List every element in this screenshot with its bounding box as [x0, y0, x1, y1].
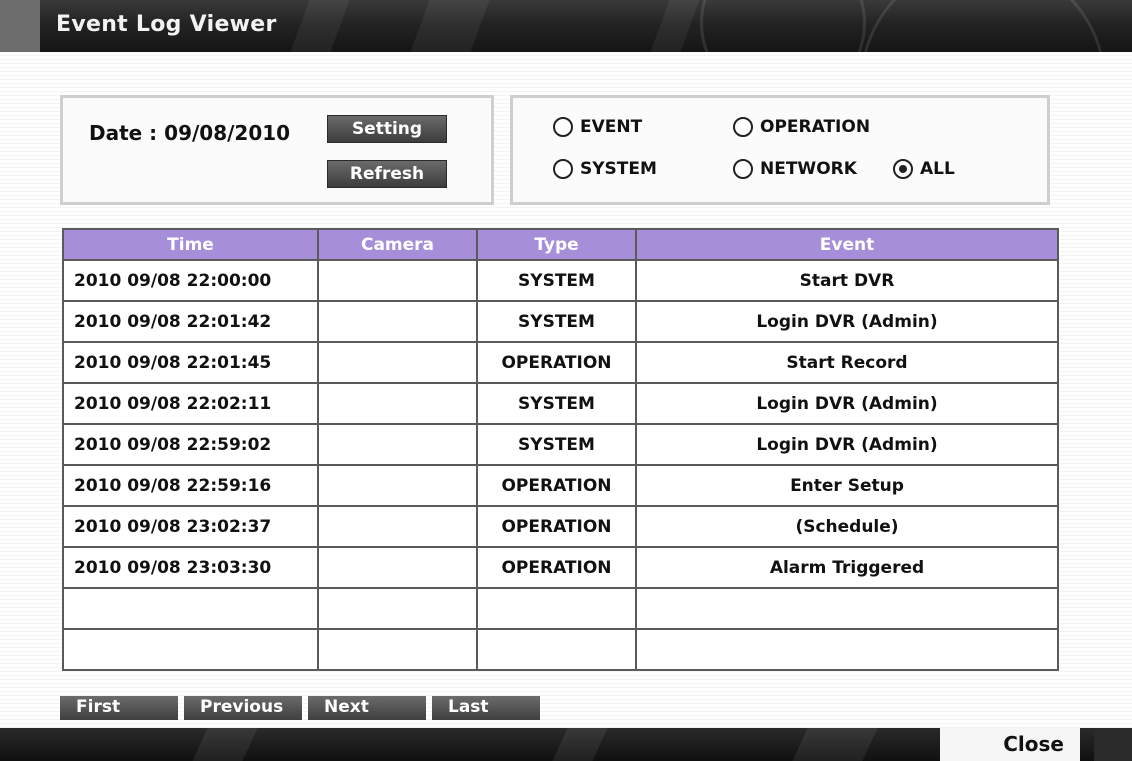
setting-button[interactable]: Setting	[327, 115, 447, 143]
cell-type: OPERATION	[476, 341, 637, 384]
event-log-viewer-window: Event Log Viewer Date : 09/08/2010 Setti…	[0, 0, 1132, 761]
cell-time: 2010 09/08 22:59:16	[62, 464, 319, 507]
cell-time: 2010 09/08 23:03:30	[62, 546, 319, 589]
cell-type	[476, 628, 637, 671]
filter-label-event: EVENT	[580, 117, 643, 137]
column-header-camera[interactable]: Camera	[317, 228, 478, 261]
date-label: Date : 09/08/2010	[89, 121, 291, 145]
cell-camera	[317, 423, 478, 466]
content-area: Date : 09/08/2010 Setting Refresh EVENT …	[0, 52, 1132, 728]
last-page-button[interactable]: Last	[432, 696, 540, 720]
cell-event: Login DVR (Admin)	[635, 423, 1059, 466]
previous-page-button[interactable]: Previous	[184, 696, 302, 720]
cell-event: Login DVR (Admin)	[635, 300, 1059, 343]
cell-type: OPERATION	[476, 464, 637, 507]
table-row[interactable]: 2010 09/08 22:01:45 OPERATION Start Reco…	[62, 341, 1059, 384]
column-header-type[interactable]: Type	[476, 228, 637, 261]
radio-circle-icon	[553, 159, 573, 179]
cell-camera	[317, 382, 478, 425]
cell-time	[62, 628, 319, 671]
cell-event	[635, 628, 1059, 671]
refresh-button[interactable]: Refresh	[327, 160, 447, 188]
bottom-bar-decoration	[552, 728, 608, 761]
cell-time: 2010 09/08 23:02:37	[62, 505, 319, 548]
filter-radio-all[interactable]: ALL	[893, 158, 955, 180]
cell-event: Alarm Triggered	[635, 546, 1059, 589]
filter-label-system: SYSTEM	[580, 159, 657, 179]
cell-time: 2010 09/08 22:02:11	[62, 382, 319, 425]
close-button[interactable]: Close	[940, 728, 1080, 761]
radio-circle-icon	[733, 159, 753, 179]
cell-type: SYSTEM	[476, 259, 637, 302]
cell-type	[476, 587, 637, 630]
table-header-row: Time Camera Type Event	[62, 228, 1059, 261]
filter-radio-operation[interactable]: OPERATION	[733, 116, 870, 138]
filter-radio-network[interactable]: NETWORK	[733, 158, 857, 180]
bottom-bar-decoration	[792, 728, 878, 761]
bottom-bar-decoration	[192, 728, 258, 761]
title-bar: Event Log Viewer	[0, 0, 1132, 52]
filter-panel: EVENT OPERATION SYSTEM NETWORK ALL	[510, 95, 1050, 205]
table-row[interactable]	[62, 587, 1059, 630]
title-bar-swirl	[860, 0, 1106, 52]
radio-circle-icon	[733, 117, 753, 137]
table-row[interactable]	[62, 628, 1059, 671]
next-page-button[interactable]: Next	[308, 696, 426, 720]
column-header-event[interactable]: Event	[635, 228, 1059, 261]
title-bar-edge	[0, 0, 40, 52]
radio-selected-icon	[893, 159, 913, 179]
cell-type: SYSTEM	[476, 423, 637, 466]
radio-circle-icon	[553, 117, 573, 137]
filter-label-all: ALL	[920, 159, 955, 179]
cell-event: Login DVR (Admin)	[635, 382, 1059, 425]
table-row[interactable]: 2010 09/08 22:02:11 SYSTEM Login DVR (Ad…	[62, 382, 1059, 425]
cell-camera	[317, 546, 478, 589]
title-bar-swirl	[700, 0, 866, 52]
cell-type: OPERATION	[476, 505, 637, 548]
event-log-table: Time Camera Type Event 2010 09/08 22:00:…	[62, 228, 1059, 671]
cell-event: Start DVR	[635, 259, 1059, 302]
cell-camera	[317, 628, 478, 671]
cell-event	[635, 587, 1059, 630]
cell-camera	[317, 505, 478, 548]
table-row[interactable]: 2010 09/08 23:02:37 OPERATION (Schedule)	[62, 505, 1059, 548]
cell-time: 2010 09/08 22:00:00	[62, 259, 319, 302]
cell-time: 2010 09/08 22:01:45	[62, 341, 319, 384]
column-header-time[interactable]: Time	[62, 228, 319, 261]
table-row[interactable]: 2010 09/08 23:03:30 OPERATION Alarm Trig…	[62, 546, 1059, 589]
cell-camera	[317, 341, 478, 384]
cell-time: 2010 09/08 22:01:42	[62, 300, 319, 343]
title-bar-decoration	[290, 0, 350, 52]
title-bar-decoration	[410, 0, 490, 52]
table-row[interactable]: 2010 09/08 22:01:42 SYSTEM Login DVR (Ad…	[62, 300, 1059, 343]
table-row[interactable]: 2010 09/08 22:00:00 SYSTEM Start DVR	[62, 259, 1059, 302]
cell-camera	[317, 464, 478, 507]
filter-label-operation: OPERATION	[760, 117, 871, 137]
first-page-button[interactable]: First	[60, 696, 178, 720]
cell-camera	[317, 300, 478, 343]
cell-camera	[317, 259, 478, 302]
cell-type: SYSTEM	[476, 300, 637, 343]
date-panel: Date : 09/08/2010 Setting Refresh	[60, 95, 494, 205]
bottom-bar-edge	[1094, 728, 1132, 761]
filter-label-network: NETWORK	[760, 159, 857, 179]
cell-type: SYSTEM	[476, 382, 637, 425]
filter-radio-system[interactable]: SYSTEM	[553, 158, 657, 180]
cell-event: Start Record	[635, 341, 1059, 384]
cell-time	[62, 587, 319, 630]
title-bar-decoration	[650, 0, 700, 52]
cell-event: Enter Setup	[635, 464, 1059, 507]
cell-event: (Schedule)	[635, 505, 1059, 548]
cell-type: OPERATION	[476, 546, 637, 589]
table-row[interactable]: 2010 09/08 22:59:02 SYSTEM Login DVR (Ad…	[62, 423, 1059, 466]
cell-camera	[317, 587, 478, 630]
table-row[interactable]: 2010 09/08 22:59:16 OPERATION Enter Setu…	[62, 464, 1059, 507]
window-title: Event Log Viewer	[56, 12, 277, 37]
cell-time: 2010 09/08 22:59:02	[62, 423, 319, 466]
filter-radio-event[interactable]: EVENT	[553, 116, 642, 138]
